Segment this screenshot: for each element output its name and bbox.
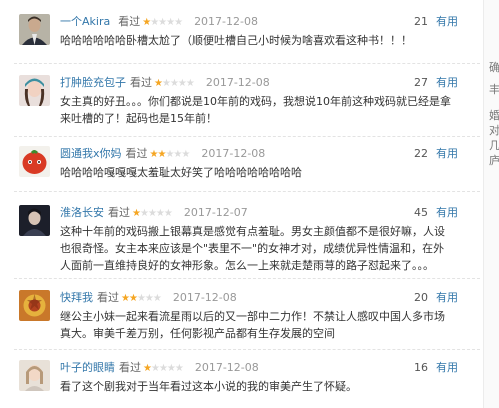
star-empty-icon: ★ [166, 363, 176, 374]
avatar[interactable] [19, 360, 50, 391]
divider [14, 63, 480, 64]
username-link[interactable]: 打肿脸充包子 [60, 76, 126, 89]
username-link[interactable]: 圆通我x你妈 [60, 147, 122, 160]
username-link[interactable]: 叶子的眼睛 [60, 361, 115, 374]
review-meta: 打肿脸充包子 看过 ★★★★★ 2017-12-08 [60, 76, 270, 90]
avatar[interactable] [19, 205, 50, 236]
vote-count: 20 [414, 291, 428, 304]
star-empty-icon: ★ [152, 293, 162, 304]
avatar[interactable] [19, 290, 50, 321]
star-empty-icon: ★ [166, 17, 175, 28]
star-rating: ★★★★★ [132, 208, 173, 219]
watched-label: 看过 [130, 76, 152, 89]
watched-label: 看过 [97, 291, 119, 304]
star-filled-icon: ★ [143, 363, 152, 374]
star-empty-icon: ★ [185, 78, 195, 89]
clipped-text: 对 [489, 124, 499, 137]
star-rating: ★★★★★ [154, 78, 195, 89]
review-text: 继公主小妹一起来看流星雨以后的又一部中二力作！不禁让人感叹中国人多市场真大。审美… [60, 310, 445, 340]
useful-button[interactable]: 有用 [436, 147, 458, 161]
star-empty-icon: ★ [174, 363, 184, 374]
username-link[interactable]: 快拜我 [60, 291, 93, 304]
review-text: 女主真的好丑。。。你们都说是10年前的戏码，我想说10年前这种戏码就已经是拿来吐… [60, 95, 451, 125]
review-text: 看了这个剧我对于当年看过这本小说的我的审美产生了怀疑。 [60, 380, 357, 393]
star-filled-icon: ★ [132, 208, 141, 219]
star-empty-icon: ★ [147, 208, 157, 219]
review-meta: 淮洛长安 看过 ★★★★★ 2017-12-07 [60, 206, 248, 220]
review-meta: 叶子的眼睛 看过 ★★★★★ 2017-12-08 [60, 361, 259, 375]
useful-button[interactable]: 有用 [436, 361, 458, 375]
star-empty-icon: ★ [181, 149, 190, 160]
star-rating: ★★★★★ [142, 17, 183, 28]
review-date: 2017-12-08 [194, 15, 258, 28]
review-meta: 一个Akira 看过 ★★★★★ 2017-12-08 [60, 15, 258, 29]
star-rating: ★★★★★ [143, 363, 184, 374]
star-empty-icon: ★ [150, 17, 159, 28]
vote-count: 27 [414, 76, 428, 89]
watched-label: 看过 [118, 15, 141, 28]
star-empty-icon: ★ [174, 17, 183, 28]
star-filled-icon: ★ [154, 78, 163, 89]
vote-count: 22 [414, 147, 428, 160]
username-link[interactable]: 一个Akira [60, 15, 110, 28]
review-date: 2017-12-07 [183, 206, 248, 219]
avatar[interactable] [19, 146, 50, 177]
review-text: 哈哈哈哈哈哈卧槽太尬了（顺便吐槽自己小时候为啥喜欢看这种书！！！ [60, 34, 412, 47]
username-link[interactable]: 淮洛长安 [60, 206, 104, 219]
clipped-text: 几 [489, 139, 499, 152]
short-review-list: 一个Akira 看过 ★★★★★ 2017-12-08 21 有用 哈哈哈哈哈哈卧槽太… [0, 0, 499, 408]
star-empty-icon: ★ [177, 78, 187, 89]
review-text: 这种十年前的戏码搬上银幕真是感觉有点羞耻。男女主颜值都不是很好嘛，人设也很奇怪。… [60, 225, 445, 272]
vote-count: 45 [414, 206, 428, 219]
vote-count: 21 [414, 15, 428, 28]
divider [14, 191, 480, 192]
star-empty-icon: ★ [169, 78, 179, 89]
review-date: 2017-12-08 [172, 291, 237, 304]
useful-button[interactable]: 有用 [436, 15, 458, 29]
star-empty-icon: ★ [150, 363, 160, 374]
vote-count: 16 [414, 361, 428, 374]
watched-label: 看过 [108, 206, 130, 219]
review-meta: 圆通我x你妈 看过 ★★★★★ 2017-12-08 [60, 147, 265, 161]
watched-label: 看过 [119, 361, 141, 374]
review-meta: 快拜我 看过 ★★★★★ 2017-12-08 [60, 291, 237, 305]
useful-button[interactable]: 有用 [436, 291, 458, 305]
star-empty-icon: ★ [155, 208, 165, 219]
divider [14, 136, 480, 137]
clipped-text: 丰 [489, 83, 499, 96]
review-date: 2017-12-08 [201, 147, 266, 160]
star-empty-icon: ★ [161, 78, 171, 89]
clipped-text: 确 [489, 61, 499, 74]
clipped-text: 庐 [489, 154, 499, 167]
star-empty-icon: ★ [158, 363, 168, 374]
clipped-text: 婚 [489, 109, 499, 122]
star-filled-icon: ★ [121, 293, 130, 304]
divider [14, 278, 480, 279]
avatar[interactable] [19, 75, 50, 106]
avatar[interactable] [19, 14, 50, 45]
star-rating: ★★★★★ [150, 149, 191, 160]
star-rating: ★★★★★ [121, 293, 162, 304]
useful-button[interactable]: 有用 [436, 76, 458, 90]
star-filled-icon: ★ [128, 293, 138, 304]
star-empty-icon: ★ [144, 293, 154, 304]
star-empty-icon: ★ [163, 208, 173, 219]
review-date: 2017-12-08 [205, 76, 270, 89]
watched-label: 看过 [125, 147, 148, 160]
divider [14, 349, 480, 350]
star-empty-icon: ★ [139, 208, 149, 219]
useful-button[interactable]: 有用 [436, 206, 458, 220]
review-date: 2017-12-08 [194, 361, 259, 374]
star-empty-icon: ★ [158, 17, 167, 28]
star-filled-icon: ★ [142, 17, 151, 28]
review-text: 哈哈哈哈嘎嘎嘎太羞耻太好笑了哈哈哈哈哈哈哈哈 [60, 166, 302, 179]
star-empty-icon: ★ [136, 293, 146, 304]
